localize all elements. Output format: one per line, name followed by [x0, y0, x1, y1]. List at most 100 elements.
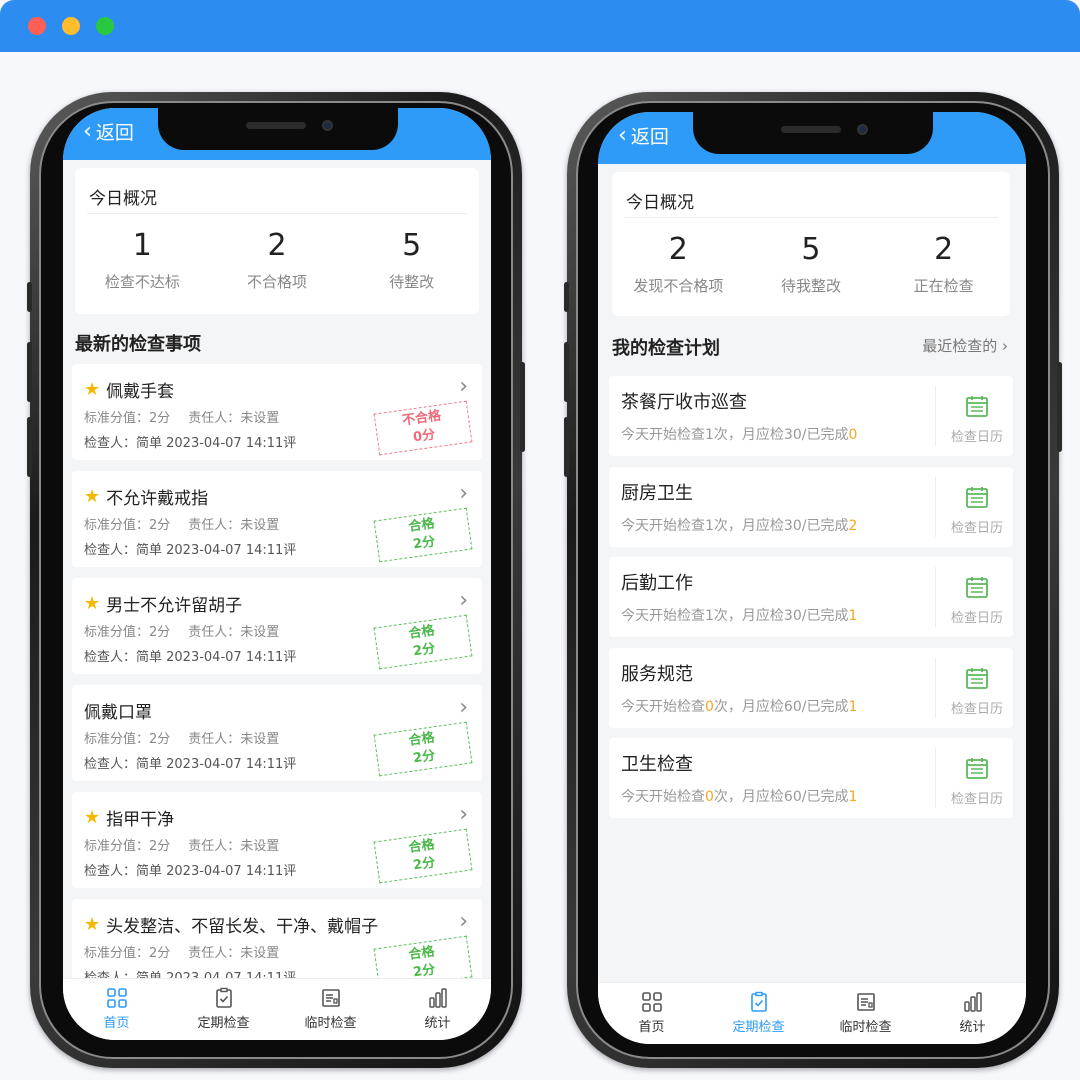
document-list-icon [812, 991, 919, 1013]
item-meta: 标准分值：2分 责任人：未设置 [84, 839, 280, 854]
item-name: ★ 指甲干净 [84, 807, 175, 830]
bar-chart-icon [919, 991, 1026, 1013]
inspection-item[interactable]: ★ 男士不允许留胡子 › 标准分值：2分 责任人：未设置 检查人：简单 2023-… [72, 578, 482, 674]
tab-grid[interactable]: 首页 [598, 983, 705, 1044]
chevron-right-icon: › [1002, 337, 1008, 355]
calendar-icon [965, 577, 989, 603]
back-label: 返回 [630, 126, 669, 148]
tab-grid[interactable]: 首页 [63, 979, 170, 1040]
section-title-my-plans: 我的检查计划 [612, 338, 720, 359]
plan-name: 厨房卫生 [621, 482, 693, 504]
back-button[interactable]: ‹ 返回 [618, 122, 669, 149]
stat-my-pending-rectification[interactable]: 5 待我整改 [745, 232, 876, 296]
clipboard-check-icon [170, 987, 277, 1009]
phone-notch [158, 108, 398, 150]
overview-card: 今日概况 2 发现不合格项 5 待我整改 2 正在检查 [612, 172, 1010, 316]
maximize-window-button[interactable] [96, 17, 114, 35]
calendar-button[interactable]: 检查日历 [947, 666, 1007, 717]
item-meta: 标准分值：2分 责任人：未设置 [84, 625, 280, 640]
overview-title: 今日概况 [624, 172, 998, 218]
calendar-button[interactable]: 检查日历 [947, 394, 1007, 445]
inspection-plan[interactable]: 厨房卫生 今天开始检查1次，月应检30/已完成2 检查日历 [609, 466, 1013, 547]
bottom-tab-bar: 首页 定期检查 临时检查 统计 [598, 982, 1026, 1044]
close-window-button[interactable] [28, 17, 46, 35]
item-meta: 标准分值：2分 责任人：未设置 [84, 411, 280, 426]
plan-progress: 今天开始检查0次，月应检60/已完成1 [621, 698, 858, 715]
back-label: 返回 [95, 122, 134, 144]
back-button[interactable]: ‹ 返回 [83, 118, 134, 145]
chevron-right-icon: › [459, 588, 468, 613]
grid-icon [63, 987, 170, 1009]
calendar-button[interactable]: 检查日历 [947, 575, 1007, 626]
item-meta: 标准分值：2分 责任人：未设置 [84, 732, 280, 747]
item-inspector: 检查人：简单 2023-04-07 14:11评 [84, 436, 297, 451]
tab-bar-chart[interactable]: 统计 [384, 979, 491, 1040]
recent-inspections-link[interactable]: 最近检查的 › [922, 335, 1008, 356]
section-title-latest: 最新的检查事项 [75, 334, 201, 355]
stat-pending-rectification[interactable]: 5 待整改 [345, 228, 478, 292]
stat-in-progress[interactable]: 2 正在检查 [878, 232, 1009, 296]
tab-document-list[interactable]: 临时检查 [812, 983, 919, 1044]
item-name: 佩戴口罩 [84, 703, 152, 723]
bar-chart-icon [384, 987, 491, 1009]
item-inspector: 检查人：简单 2023-04-07 14:11评 [84, 650, 297, 665]
inspection-plan[interactable]: 卫生检查 今天开始检查0次，月应检60/已完成1 检查日历 [609, 738, 1013, 818]
item-inspector: 检查人：简单 2023-04-07 14:11评 [84, 864, 297, 879]
phone-notch [693, 112, 933, 154]
star-icon: ★ [84, 593, 101, 614]
chevron-right-icon: › [459, 481, 468, 506]
inspection-item[interactable]: ★ 不允许戴戒指 › 标准分值：2分 责任人：未设置 检查人：简单 2023-04… [72, 471, 482, 567]
item-inspector: 检查人：简单 2023-04-07 14:11评 [84, 543, 297, 558]
item-name: ★ 佩戴手套 [84, 379, 175, 402]
item-inspector: 检查人：简单 2023-04-07 14:11评 [84, 757, 297, 772]
plan-progress: 今天开始检查0次，月应检60/已完成1 [621, 789, 858, 805]
inspection-item[interactable]: ★ 指甲干净 › 标准分值：2分 责任人：未设置 检查人：简单 2023-04-0… [72, 792, 482, 888]
item-meta: 标准分值：2分 责任人：未设置 [84, 518, 280, 533]
tab-clipboard-check[interactable]: 定期检查 [705, 983, 812, 1044]
calendar-button[interactable]: 检查日历 [947, 485, 1007, 536]
stat-found-failed-items[interactable]: 2 发现不合格项 [613, 232, 744, 296]
star-icon: ★ [84, 914, 101, 935]
phone-frame-plans: ‹ 返回 今日概况 2 发现不合格项 5 待我整改 2 正在检查 我的检查计划 … [564, 92, 1062, 1068]
clipboard-check-icon [705, 991, 812, 1013]
plans-screen: ‹ 返回 今日概况 2 发现不合格项 5 待我整改 2 正在检查 我的检查计划 … [598, 112, 1026, 1044]
calendar-button[interactable]: 检查日历 [947, 756, 1007, 807]
window-titlebar [0, 0, 1080, 52]
chevron-right-icon: › [459, 374, 468, 399]
plan-name: 服务规范 [621, 663, 693, 685]
chevron-right-icon: › [459, 802, 468, 827]
plan-progress: 今天开始检查1次，月应检30/已完成2 [621, 517, 858, 534]
star-icon: ★ [84, 379, 101, 400]
grid-icon [598, 991, 705, 1013]
inspection-item[interactable]: 佩戴口罩 › 标准分值：2分 责任人：未设置 检查人：简单 2023-04-07 … [72, 685, 482, 781]
chevron-left-icon: ‹ [618, 122, 627, 148]
plan-name: 茶餐厅收市巡查 [621, 392, 747, 413]
inspection-plan[interactable]: 后勤工作 今天开始检查1次，月应检30/已完成1 检查日历 [609, 557, 1013, 637]
stat-unqualified-inspections[interactable]: 1 检查不达标 [76, 228, 209, 292]
calendar-icon [965, 486, 989, 513]
document-list-icon [277, 987, 384, 1009]
overview-card: 今日概况 1 检查不达标 2 不合格项 5 待整改 [75, 168, 479, 314]
result-stamp: 合格 2分 [373, 828, 473, 884]
inspection-item[interactable]: ★ 佩戴手套 › 标准分值：2分 责任人：未设置 检查人：简单 2023-04-0… [72, 364, 482, 460]
plan-progress: 今天开始检查1次，月应检30/已完成1 [621, 608, 858, 624]
tab-document-list[interactable]: 临时检查 [277, 979, 384, 1040]
stat-failed-items[interactable]: 2 不合格项 [210, 228, 343, 292]
home-screen: ‹ 返回 今日概况 1 检查不达标 2 不合格项 5 待整改 最新的检查事项 ★… [63, 108, 491, 1040]
plan-name: 后勤工作 [621, 573, 693, 594]
plan-name: 卫生检查 [621, 754, 693, 775]
result-stamp: 合格 2分 [373, 721, 473, 777]
inspection-plan[interactable]: 茶餐厅收市巡查 今天开始检查1次，月应检30/已完成0 检查日历 [609, 376, 1013, 456]
tab-bar-chart[interactable]: 统计 [919, 983, 1026, 1044]
chevron-left-icon: ‹ [83, 118, 92, 144]
inspection-plan[interactable]: 服务规范 今天开始检查0次，月应检60/已完成1 检查日历 [609, 647, 1013, 728]
result-stamp: 不合格 0分 [373, 400, 473, 456]
star-icon: ★ [84, 807, 101, 828]
chevron-right-icon: › [459, 909, 468, 934]
item-meta: 标准分值：2分 责任人：未设置 [84, 946, 280, 961]
calendar-icon [965, 667, 989, 694]
minimize-window-button[interactable] [62, 17, 80, 35]
result-stamp: 合格 2分 [373, 614, 473, 670]
tab-clipboard-check[interactable]: 定期检查 [170, 979, 277, 1040]
item-name: ★ 男士不允许留胡子 [84, 593, 243, 616]
